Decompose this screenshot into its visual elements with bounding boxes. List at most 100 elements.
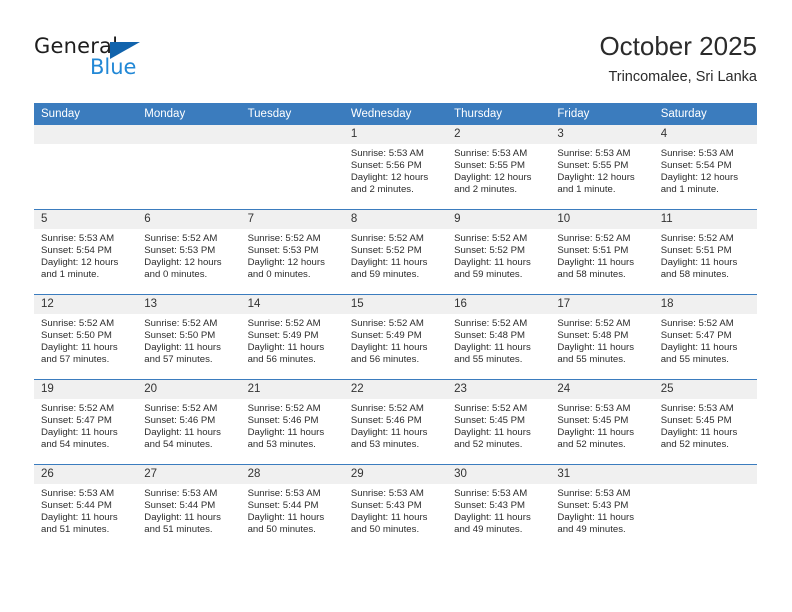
daylight-text-line2: and 59 minutes. xyxy=(454,268,523,280)
sunrise-text: Sunrise: 5:53 AM xyxy=(454,488,528,499)
calendar-day-cell[interactable]: 11 Sunrise: 5:52 AM Sunset: 5:51 PM Dayligh… xyxy=(653,209,757,295)
calendar-week-row: 19 Sunrise: 5:52 AM Sunset: 5:47 PM Dayligh… xyxy=(34,379,757,465)
weekday-header-thursday: Thursday xyxy=(447,103,551,125)
daylight-text-line2: and 53 minutes. xyxy=(350,438,420,450)
daylight-text-line1: Daylight: 11 hours xyxy=(41,341,118,353)
calendar-day-cell[interactable]: 21 Sunrise: 5:52 AM Sunset: 5:46 PM Dayligh… xyxy=(240,379,344,465)
calendar-page: General Blue October 2025 Trincomalee, S… xyxy=(0,0,792,612)
day-number: 18 xyxy=(653,295,757,314)
day-cell-details: Sunrise: 5:52 AM Sunset: 5:50 PM Daylight:… xyxy=(137,314,240,366)
calendar-day-cell[interactable]: 6 Sunrise: 5:52 AM Sunset: 5:53 PM Daylight… xyxy=(137,209,241,295)
day-cell-details: Sunrise: 5:52 AM Sunset: 5:46 PM Daylight:… xyxy=(241,399,344,451)
sunrise-text: Sunrise: 5:52 AM xyxy=(41,403,115,414)
sunset-text: Sunset: 5:45 PM xyxy=(660,414,732,426)
sunset-text: Sunset: 5:48 PM xyxy=(557,329,629,341)
day-number: 9 xyxy=(447,210,551,229)
sunrise-text: Sunrise: 5:52 AM xyxy=(247,233,321,244)
day-cell-details: Sunrise: 5:52 AM Sunset: 5:51 PM Daylight:… xyxy=(654,229,757,281)
daylight-text-line2: and 1 minute. xyxy=(41,268,100,280)
daylight-text-line2: and 57 minutes. xyxy=(144,353,213,365)
day-number: 12 xyxy=(34,295,138,314)
sunrise-text: Sunrise: 5:52 AM xyxy=(144,233,218,244)
calendar-day-cell[interactable]: 2 Sunrise: 5:53 AM Sunset: 5:55 PM Daylight… xyxy=(447,125,551,210)
daylight-text-line2: and 51 minutes. xyxy=(144,523,213,535)
sunset-text: Sunset: 5:44 PM xyxy=(144,499,216,511)
day-number: 27 xyxy=(137,465,241,484)
sunset-text: Sunset: 5:45 PM xyxy=(454,414,526,426)
calendar-day-cell[interactable]: 26 Sunrise: 5:53 AM Sunset: 5:44 PM Dayligh… xyxy=(34,464,138,549)
calendar-day-cell[interactable]: 31 Sunrise: 5:53 AM Sunset: 5:43 PM Dayligh… xyxy=(550,464,654,549)
calendar-day-cell[interactable]: 19 Sunrise: 5:52 AM Sunset: 5:47 PM Dayligh… xyxy=(34,379,138,465)
day-cell-details: Sunrise: 5:52 AM Sunset: 5:49 PM Daylight:… xyxy=(344,314,447,366)
calendar-day-cell[interactable]: 29 Sunrise: 5:53 AM Sunset: 5:43 PM Dayligh… xyxy=(343,464,448,549)
day-number: 22 xyxy=(343,380,448,399)
daylight-text-line2: and 56 minutes. xyxy=(350,353,420,365)
day-number: 31 xyxy=(550,465,654,484)
calendar-day-cell[interactable]: 17 Sunrise: 5:52 AM Sunset: 5:48 PM Dayligh… xyxy=(550,294,654,380)
calendar-week-row: 12 Sunrise: 5:52 AM Sunset: 5:50 PM Dayligh… xyxy=(34,294,757,380)
day-cell-details: Sunrise: 5:52 AM Sunset: 5:53 PM Daylight:… xyxy=(137,229,240,281)
daylight-text-line2: and 51 minutes. xyxy=(41,523,110,535)
sunrise-text: Sunrise: 5:53 AM xyxy=(557,488,631,499)
sunrise-text: Sunrise: 5:53 AM xyxy=(557,148,631,159)
calendar-day-cell[interactable]: 24 Sunrise: 5:53 AM Sunset: 5:45 PM Dayligh… xyxy=(550,379,654,465)
day-cell-details: Sunrise: 5:53 AM Sunset: 5:44 PM Daylight:… xyxy=(241,484,344,536)
calendar-day-cell[interactable]: 1 Sunrise: 5:53 AM Sunset: 5:56 PM Daylight… xyxy=(343,125,448,210)
calendar-day-cell[interactable]: 4 Sunrise: 5:53 AM Sunset: 5:54 PM Daylight… xyxy=(653,125,757,210)
daylight-text-line2: and 49 minutes. xyxy=(557,523,626,535)
calendar-day-cell[interactable]: 30 Sunrise: 5:53 AM Sunset: 5:43 PM Dayligh… xyxy=(447,464,551,549)
calendar-day-cell[interactable]: 3 Sunrise: 5:53 AM Sunset: 5:55 PM Daylight… xyxy=(550,125,654,210)
day-number: 4 xyxy=(653,125,757,144)
day-cell-details: Sunrise: 5:53 AM Sunset: 5:45 PM Daylight:… xyxy=(654,399,757,451)
daylight-text-line1: Daylight: 11 hours xyxy=(144,341,221,353)
sunset-text: Sunset: 5:52 PM xyxy=(350,244,422,256)
daylight-text-line2: and 52 minutes. xyxy=(660,438,729,450)
calendar-day-cell[interactable]: 5 Sunrise: 5:53 AM Sunset: 5:54 PM Daylight… xyxy=(34,209,138,295)
sunset-text: Sunset: 5:49 PM xyxy=(247,329,319,341)
calendar-day-cell[interactable]: 8 Sunrise: 5:52 AM Sunset: 5:52 PM Daylight… xyxy=(343,209,448,295)
sunrise-text: Sunrise: 5:52 AM xyxy=(557,233,631,244)
day-number: 13 xyxy=(137,295,241,314)
sunset-text: Sunset: 5:54 PM xyxy=(660,159,732,171)
daylight-text-line2: and 52 minutes. xyxy=(454,438,523,450)
sunset-text: Sunset: 5:50 PM xyxy=(144,329,216,341)
calendar-day-cell[interactable]: 22 Sunrise: 5:52 AM Sunset: 5:46 PM Dayligh… xyxy=(343,379,448,465)
weekday-header-saturday: Saturday xyxy=(653,103,757,125)
sunrise-text: Sunrise: 5:52 AM xyxy=(454,403,528,414)
sunrise-text: Sunrise: 5:53 AM xyxy=(247,488,321,499)
day-cell-details: Sunrise: 5:52 AM Sunset: 5:45 PM Daylight:… xyxy=(447,399,550,451)
day-cell-details xyxy=(241,144,344,148)
sunrise-text: Sunrise: 5:53 AM xyxy=(660,403,734,414)
calendar-day-cell[interactable]: 10 Sunrise: 5:52 AM Sunset: 5:51 PM Dayligh… xyxy=(550,209,654,295)
calendar-day-cell[interactable]: 7 Sunrise: 5:52 AM Sunset: 5:53 PM Daylight… xyxy=(240,209,344,295)
weekday-header-sunday: Sunday xyxy=(34,103,138,125)
calendar-day-cell[interactable]: 12 Sunrise: 5:52 AM Sunset: 5:50 PM Dayligh… xyxy=(34,294,138,380)
sunset-text: Sunset: 5:53 PM xyxy=(144,244,216,256)
sunrise-text: Sunrise: 5:52 AM xyxy=(454,318,528,329)
day-number: 29 xyxy=(343,465,448,484)
day-cell-details: Sunrise: 5:53 AM Sunset: 5:54 PM Daylight:… xyxy=(34,229,137,281)
calendar-day-cell[interactable]: 13 Sunrise: 5:52 AM Sunset: 5:50 PM Dayligh… xyxy=(137,294,241,380)
sunrise-text: Sunrise: 5:53 AM xyxy=(41,488,115,499)
calendar-day-cell[interactable]: 27 Sunrise: 5:53 AM Sunset: 5:44 PM Dayligh… xyxy=(137,464,241,549)
calendar-day-cell[interactable]: 14 Sunrise: 5:52 AM Sunset: 5:49 PM Dayligh… xyxy=(240,294,344,380)
calendar-day-cell[interactable]: 16 Sunrise: 5:52 AM Sunset: 5:48 PM Dayligh… xyxy=(447,294,551,380)
day-number: 20 xyxy=(137,380,241,399)
sunrise-text: Sunrise: 5:53 AM xyxy=(350,148,424,159)
calendar-day-cell[interactable]: 23 Sunrise: 5:52 AM Sunset: 5:45 PM Dayligh… xyxy=(447,379,551,465)
sunset-text: Sunset: 5:46 PM xyxy=(144,414,216,426)
daylight-text-line1: Daylight: 11 hours xyxy=(350,426,428,438)
calendar-day-cell[interactable]: 15 Sunrise: 5:52 AM Sunset: 5:49 PM Dayligh… xyxy=(343,294,448,380)
calendar-day-cell[interactable]: 18 Sunrise: 5:52 AM Sunset: 5:47 PM Dayligh… xyxy=(653,294,757,380)
calendar-day-cell[interactable]: 9 Sunrise: 5:52 AM Sunset: 5:52 PM Daylight… xyxy=(447,209,551,295)
calendar-day-cell[interactable]: 20 Sunrise: 5:52 AM Sunset: 5:46 PM Dayligh… xyxy=(137,379,241,465)
sunrise-text: Sunrise: 5:52 AM xyxy=(247,403,321,414)
calendar-day-cell[interactable]: 28 Sunrise: 5:53 AM Sunset: 5:44 PM Dayligh… xyxy=(240,464,344,549)
day-number: 8 xyxy=(343,210,448,229)
day-number: 30 xyxy=(447,465,551,484)
calendar-day-cell[interactable]: 25 Sunrise: 5:53 AM Sunset: 5:45 PM Dayligh… xyxy=(653,379,757,465)
day-cell-details: Sunrise: 5:53 AM Sunset: 5:56 PM Daylight:… xyxy=(344,144,447,196)
sunrise-text: Sunrise: 5:52 AM xyxy=(350,318,424,329)
day-cell-details: Sunrise: 5:53 AM Sunset: 5:55 PM Daylight:… xyxy=(550,144,653,196)
daylight-text-line2: and 50 minutes. xyxy=(350,523,420,535)
